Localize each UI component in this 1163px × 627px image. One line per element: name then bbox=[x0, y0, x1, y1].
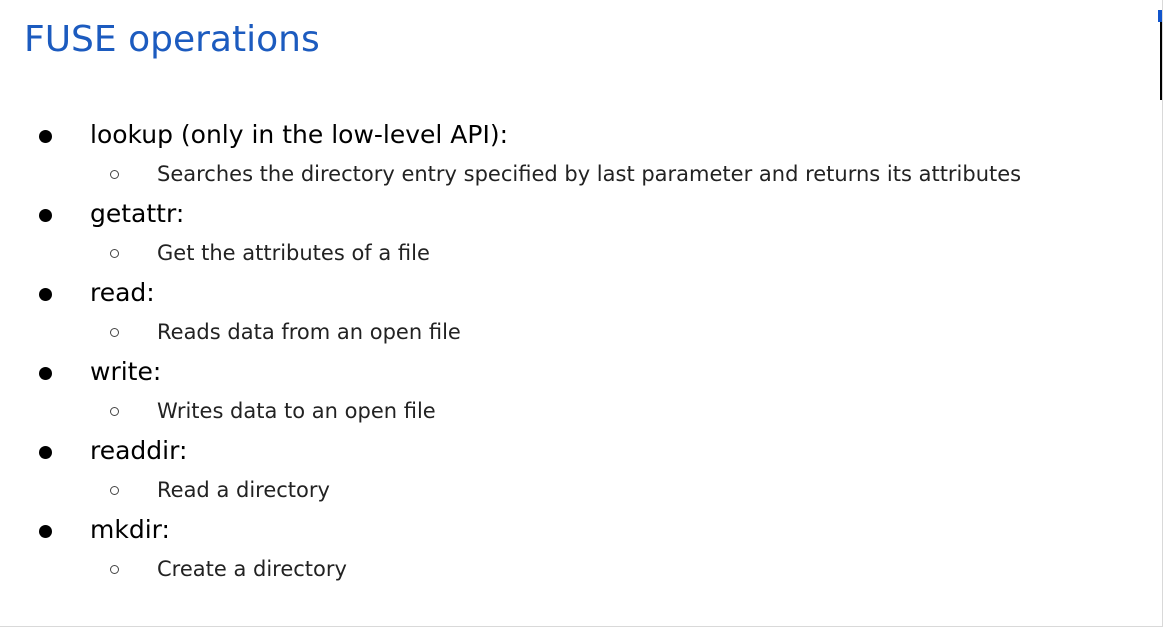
list-item: getattr: Get the attributes of a file bbox=[0, 192, 1162, 271]
slide: FUSE operations lookup (only in the low-… bbox=[0, 0, 1163, 627]
edge-marker bbox=[1158, 10, 1162, 22]
sub-bullet-icon bbox=[110, 328, 119, 337]
operation-label: getattr: bbox=[90, 199, 185, 228]
list-item: mkdir: Create a directory bbox=[0, 508, 1162, 587]
operation-description: Reads data from an open file bbox=[157, 320, 461, 344]
bullet-list: lookup (only in the low-level API): Sear… bbox=[0, 113, 1162, 587]
operation-label: mkdir: bbox=[90, 515, 170, 544]
sub-bullet-icon bbox=[110, 407, 119, 416]
operation-label: lookup (only in the low-level API): bbox=[90, 120, 509, 149]
bullet-icon bbox=[39, 209, 52, 222]
sub-bullet-icon bbox=[110, 486, 119, 495]
operation-label: readdir: bbox=[90, 436, 188, 465]
list-item: readdir: Read a directory bbox=[0, 429, 1162, 508]
bullet-icon bbox=[39, 525, 52, 538]
sub-bullet-icon bbox=[110, 170, 119, 179]
bullet-icon bbox=[39, 367, 52, 380]
operation-description: Writes data to an open file bbox=[157, 399, 436, 423]
slide-title: FUSE operations bbox=[24, 19, 320, 60]
operation-label: write: bbox=[90, 357, 162, 386]
list-item: read: Reads data from an open file bbox=[0, 271, 1162, 350]
sub-bullet-icon bbox=[110, 249, 119, 258]
bullet-icon bbox=[39, 288, 52, 301]
list-item: lookup (only in the low-level API): Sear… bbox=[0, 113, 1162, 192]
sub-bullet-icon bbox=[110, 565, 119, 574]
edge-line bbox=[1160, 22, 1162, 100]
operation-description: Searches the directory entry specified b… bbox=[157, 162, 1022, 186]
operation-description: Read a directory bbox=[157, 478, 330, 502]
operation-description: Get the attributes of a file bbox=[157, 241, 430, 265]
operation-description: Create a directory bbox=[157, 557, 347, 581]
list-item: write: Writes data to an open file bbox=[0, 350, 1162, 429]
bullet-icon bbox=[39, 130, 52, 143]
bullet-icon bbox=[39, 446, 52, 459]
operation-label: read: bbox=[90, 278, 155, 307]
